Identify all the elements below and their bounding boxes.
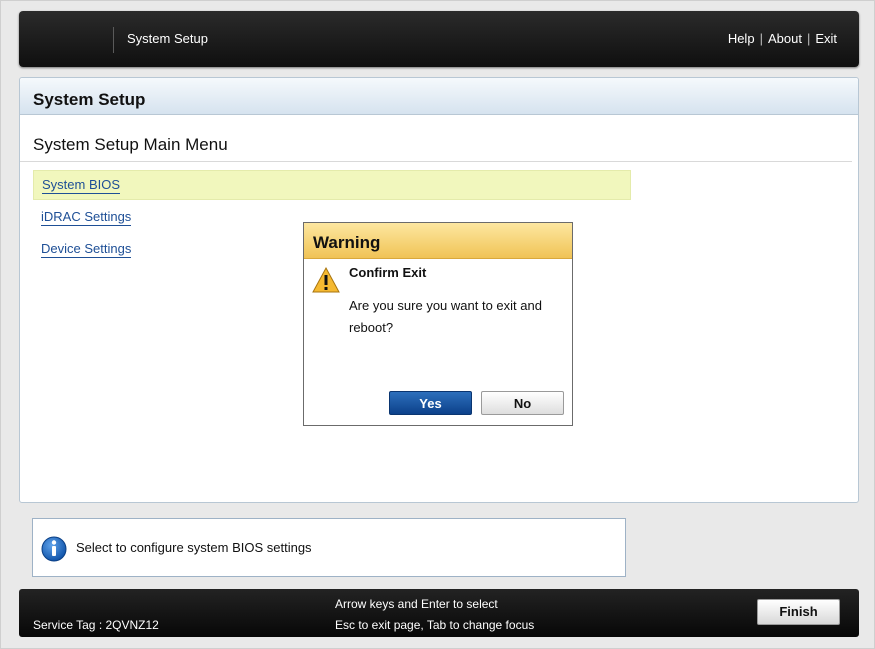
header-divider — [113, 27, 114, 53]
top-header-bar: System Setup Help | About | Exit — [19, 11, 859, 67]
menu-item-label: Device Settings — [41, 241, 132, 258]
link-separator: | — [759, 31, 763, 46]
panel-title: System Setup — [33, 90, 146, 109]
about-link[interactable]: About — [768, 31, 802, 46]
keyboard-hint-exit: Esc to exit page, Tab to change focus — [335, 618, 535, 632]
dialog-heading: Confirm Exit — [349, 265, 427, 280]
dialog-header: Warning — [304, 223, 572, 259]
info-icon — [41, 536, 67, 562]
app-title: System Setup — [127, 31, 208, 46]
bottom-status-bar: Service Tag : 2QVNZ12 Arrow keys and Ent… — [19, 589, 859, 637]
menu-item-system-bios[interactable]: System BIOS — [33, 170, 631, 200]
menu-item-label: iDRAC Settings — [41, 209, 132, 226]
warning-dialog: Warning Confirm Exit Are you sure you wa… — [303, 222, 573, 426]
link-separator: | — [806, 31, 811, 46]
help-info-box: Select to configure system BIOS settings — [32, 518, 626, 577]
info-text: Select to configure system BIOS settings — [76, 540, 312, 555]
heading-divider — [20, 161, 852, 162]
finish-button[interactable]: Finish — [757, 599, 840, 625]
panel-header: System Setup — [20, 78, 858, 115]
page-title: System Setup Main Menu — [33, 135, 228, 154]
keyboard-hint-select: Arrow keys and Enter to select — [335, 597, 498, 611]
dialog-title: Warning — [313, 233, 381, 252]
header-links: Help | About | Exit — [728, 31, 837, 46]
menu-item-label: System BIOS — [42, 177, 121, 194]
service-tag: Service Tag : 2QVNZ12 — [33, 618, 159, 632]
help-link[interactable]: Help — [728, 31, 755, 46]
warning-icon — [312, 266, 340, 293]
exit-link[interactable]: Exit — [815, 31, 837, 46]
yes-button[interactable]: Yes — [389, 391, 472, 415]
no-button[interactable]: No — [481, 391, 564, 415]
dialog-message: Are you sure you want to exit and reboot… — [349, 298, 542, 335]
